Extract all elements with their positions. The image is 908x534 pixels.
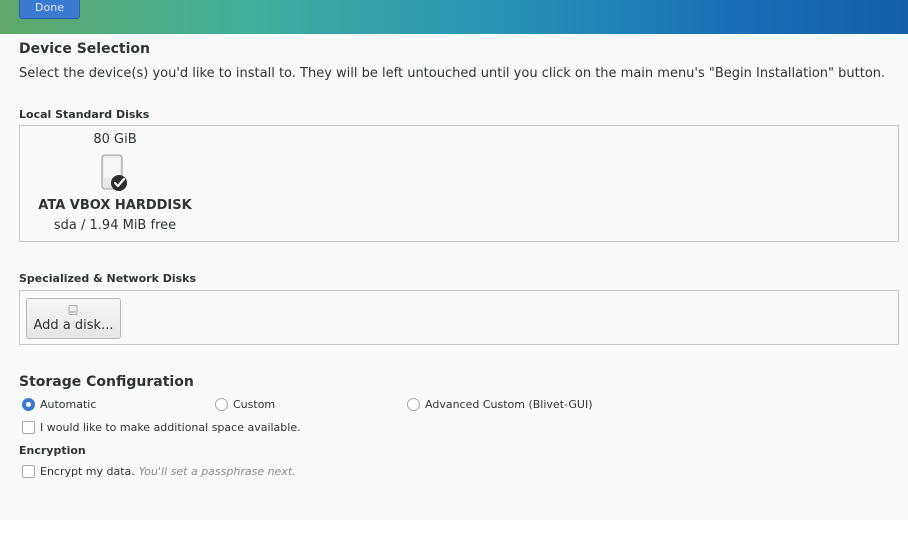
header-bar bbox=[0, 0, 908, 34]
done-button[interactable]: Done bbox=[19, 0, 80, 19]
local-disks-panel: 80 GiB ATA VBOX HARDDISK sda / 1.94 MiB … bbox=[19, 125, 899, 242]
disk-item-sda[interactable]: 80 GiB ATA VBOX HARDDISK sda / 1.94 MiB … bbox=[30, 126, 200, 241]
network-disks-panel bbox=[19, 290, 899, 345]
radio-label: Custom bbox=[233, 397, 276, 411]
radio-advanced-custom[interactable]: Advanced Custom (Blivet-GUI) bbox=[407, 397, 593, 411]
hard-disk-selected-icon bbox=[101, 154, 127, 191]
extra-space-option[interactable]: I would like to make additional space av… bbox=[22, 420, 301, 434]
add-disk-button[interactable]: Add a disk... bbox=[26, 298, 121, 339]
local-disks-label: Local Standard Disks bbox=[19, 108, 150, 121]
extra-space-label: I would like to make additional space av… bbox=[40, 420, 301, 434]
device-selection-title: Device Selection bbox=[19, 41, 150, 57]
encrypt-hint: You'll set a passphrase next. bbox=[138, 464, 296, 478]
encrypt-option[interactable]: Encrypt my data. You'll set a passphrase… bbox=[22, 464, 296, 478]
network-disks-label: Specialized & Network Disks bbox=[19, 272, 197, 285]
radio-label: Advanced Custom (Blivet-GUI) bbox=[425, 397, 593, 411]
radio-unselected-icon[interactable] bbox=[407, 397, 420, 411]
encryption-title: Encryption bbox=[19, 444, 86, 457]
radio-selected-icon[interactable] bbox=[22, 397, 35, 411]
radio-label: Automatic bbox=[40, 397, 97, 411]
storage-config-title: Storage Configuration bbox=[19, 374, 194, 390]
disk-name: ATA VBOX HARDDISK bbox=[38, 198, 192, 213]
disk-free-space: sda / 1.94 MiB free bbox=[53, 218, 177, 233]
device-selection-intro: Select the device(s) you'd like to insta… bbox=[19, 66, 886, 81]
disk-size: 80 GiB bbox=[93, 132, 137, 147]
encrypt-label: Encrypt my data. bbox=[40, 464, 135, 478]
add-disk-label: Add a disk... bbox=[33, 318, 114, 333]
radio-automatic[interactable]: Automatic bbox=[22, 397, 96, 411]
page-bottom bbox=[0, 520, 908, 534]
radio-custom[interactable]: Custom bbox=[215, 397, 275, 411]
encrypt-checkbox[interactable] bbox=[22, 464, 35, 478]
radio-unselected-icon[interactable] bbox=[215, 397, 228, 411]
extra-space-checkbox[interactable] bbox=[22, 420, 35, 434]
hard-disk-icon bbox=[68, 305, 78, 315]
